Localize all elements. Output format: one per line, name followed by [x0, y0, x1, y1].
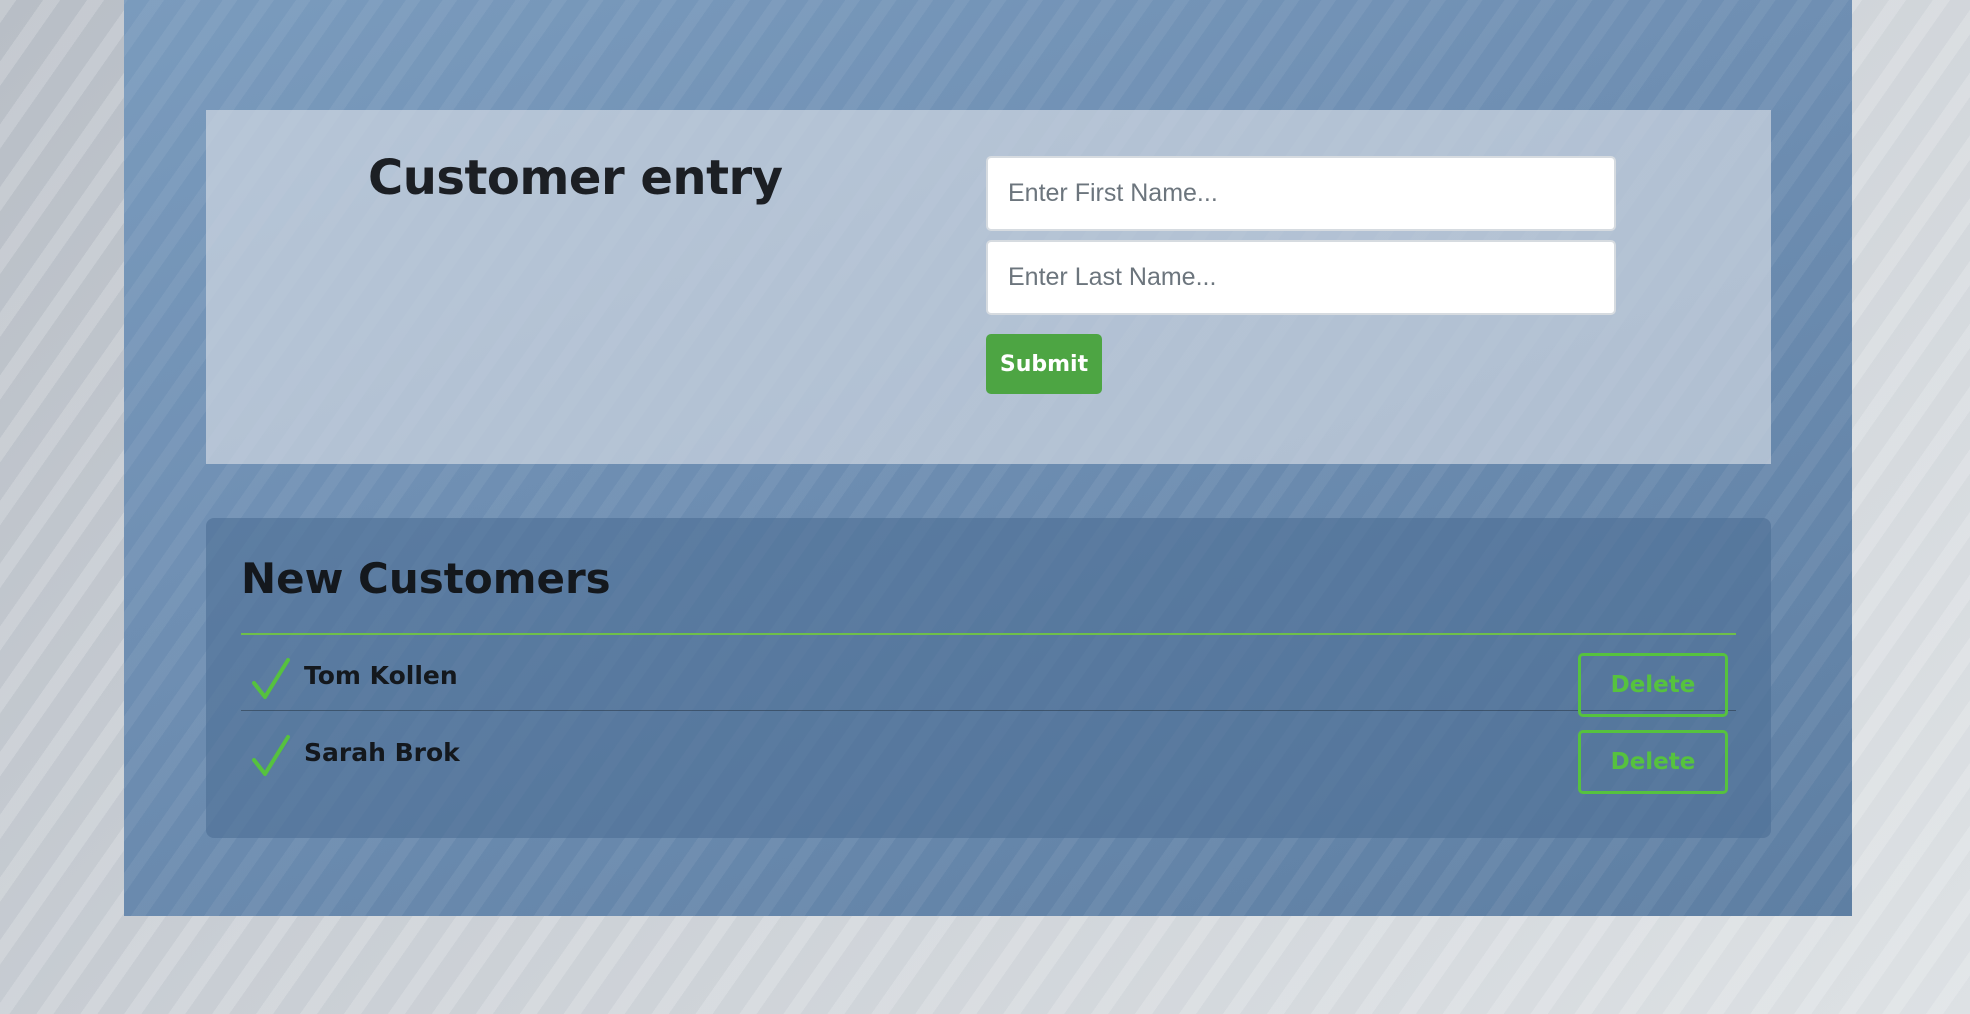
last-name-input[interactable]: [986, 240, 1616, 315]
new-customers-panel: New Customers Tom Kollen Delete Sarah Br…: [206, 518, 1771, 838]
customers-heading: New Customers: [241, 554, 611, 603]
customer-row: Sarah Brok Delete: [241, 712, 1736, 794]
check-icon: [252, 735, 290, 776]
delete-button[interactable]: Delete: [1578, 653, 1728, 717]
delete-button[interactable]: Delete: [1578, 730, 1728, 794]
app-frame: Customer entry Submit New Customers Tom …: [124, 0, 1852, 916]
customer-name: Sarah Brok: [304, 738, 460, 767]
first-name-input[interactable]: [986, 156, 1616, 231]
customer-row: Tom Kollen Delete: [241, 635, 1736, 717]
customer-name: Tom Kollen: [304, 661, 458, 690]
page-title: Customer entry: [368, 150, 783, 206]
submit-button[interactable]: Submit: [986, 334, 1102, 394]
customer-entry-panel: Customer entry Submit: [206, 110, 1771, 464]
check-icon: [252, 658, 290, 699]
